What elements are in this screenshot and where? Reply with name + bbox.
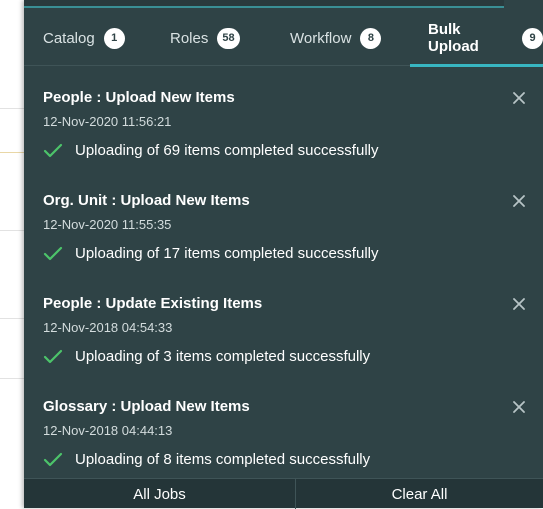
job-status-text: Uploading of 69 items completed successf… [75, 142, 379, 159]
job-title: People : Update Existing Items [43, 295, 263, 312]
background-divider [0, 318, 24, 319]
job-status: Uploading of 17 items completed successf… [43, 245, 379, 262]
job-status: Uploading of 69 items completed successf… [43, 142, 379, 159]
tab-label: Bulk Upload [428, 21, 479, 55]
job-title: Glossary : Upload New Items [43, 398, 250, 415]
count-badge: 8 [360, 27, 382, 49]
active-tab-indicator [410, 64, 543, 67]
job-status: Uploading of 8 items completed successfu… [43, 451, 370, 468]
job-timestamp: 12-Nov-2018 04:54:33 [43, 320, 173, 335]
count-badge: 58 [217, 27, 240, 49]
job-item: Org. Unit : Upload New Items 12-Nov-2020… [24, 192, 543, 295]
all-jobs-button[interactable]: All Jobs [24, 479, 295, 509]
background-divider [0, 230, 24, 231]
panel-footer: All Jobs Clear All [24, 478, 543, 509]
count-badge: 1 [103, 27, 125, 49]
job-status-text: Uploading of 17 items completed successf… [75, 245, 379, 262]
job-status: Uploading of 3 items completed successfu… [43, 348, 370, 365]
tab-label: Roles [170, 29, 209, 47]
close-icon[interactable] [510, 192, 528, 210]
check-icon [43, 452, 63, 466]
job-status-text: Uploading of 3 items completed successfu… [75, 348, 371, 365]
job-title: Org. Unit : Upload New Items [43, 192, 250, 209]
tab-bulk-upload[interactable]: Bulk Upload 9 [428, 10, 543, 66]
panel-top-bar [24, 0, 504, 8]
check-icon [43, 143, 63, 157]
background-divider [0, 152, 24, 153]
close-icon[interactable] [510, 295, 528, 313]
tab-workflow[interactable]: Workflow 8 [290, 10, 382, 66]
job-status-text: Uploading of 8 items completed successfu… [75, 451, 371, 468]
job-item: People : Upload New Items 12-Nov-2020 11… [24, 89, 543, 192]
job-item: People : Update Existing Items 12-Nov-20… [24, 295, 543, 398]
close-icon[interactable] [510, 89, 528, 107]
tab-label: Catalog [43, 29, 95, 47]
tab-roles[interactable]: Roles 58 [170, 10, 240, 66]
job-title: People : Upload New Items [43, 89, 235, 106]
check-icon [43, 246, 63, 260]
job-timestamp: 12-Nov-2020 11:56:21 [43, 114, 172, 129]
notifications-panel: Catalog 1 Roles 58 Workflow 8 Bulk Uploa… [24, 0, 543, 509]
tab-catalog[interactable]: Catalog 1 [43, 10, 125, 66]
tab-bar: Catalog 1 Roles 58 Workflow 8 Bulk Uploa… [24, 10, 543, 67]
tab-label: Workflow [290, 29, 352, 47]
check-icon [43, 349, 63, 363]
background-page [0, 0, 24, 508]
job-timestamp: 12-Nov-2018 04:44:13 [43, 423, 173, 438]
count-badge: 9 [522, 27, 543, 49]
background-divider [0, 378, 24, 379]
background-divider [0, 108, 24, 109]
close-icon[interactable] [510, 398, 528, 416]
job-timestamp: 12-Nov-2020 11:55:35 [43, 217, 172, 232]
clear-all-button[interactable]: Clear All [296, 479, 543, 509]
